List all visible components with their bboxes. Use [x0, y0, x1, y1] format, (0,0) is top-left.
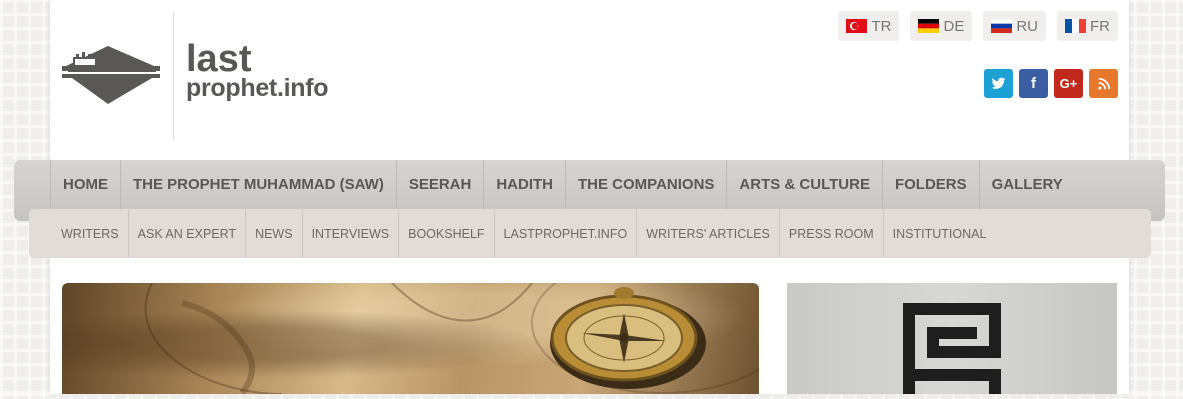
- subnav-lastprophet-info[interactable]: LASTPROPHET.INFO: [495, 209, 638, 258]
- lang-fr-label: FR: [1090, 17, 1110, 35]
- nav-companions[interactable]: THE COMPANIONS: [565, 160, 726, 209]
- lang-tr-button[interactable]: TR: [838, 11, 900, 41]
- nav-arts-culture[interactable]: ARTS & CULTURE: [726, 160, 882, 209]
- turkey-flag-icon: [846, 19, 868, 33]
- nav-folders[interactable]: FOLDERS: [881, 160, 979, 209]
- google-plus-glyph: G+: [1059, 76, 1078, 91]
- lang-tr-label: TR: [871, 17, 892, 35]
- lang-de-label: DE: [943, 17, 965, 35]
- logo-divider: [173, 12, 174, 140]
- side-banner-image[interactable]: [787, 283, 1117, 394]
- nav-seerah[interactable]: SEERAH: [395, 160, 484, 209]
- nav-gallery[interactable]: GALLERY: [978, 160, 1075, 209]
- map-compass-illustration: [144, 283, 759, 394]
- twitter-icon[interactable]: [984, 69, 1013, 98]
- google-plus-icon[interactable]: G+: [1054, 69, 1083, 98]
- logo-text[interactable]: last prophet.info: [186, 38, 329, 102]
- subnav-writers-articles[interactable]: WRITERS' ARTICLES: [637, 209, 780, 258]
- sub-navigation: WRITERS ASK AN EXPERT NEWS INTERVIEWS BO…: [29, 209, 1151, 258]
- subnav-ask-an-expert[interactable]: ASK AN EXPERT: [129, 209, 247, 258]
- main-nav-list: HOME THE PROPHET MUHAMMAD (SAW) SEERAH H…: [50, 160, 1075, 209]
- subnav-interviews[interactable]: INTERVIEWS: [303, 209, 400, 258]
- germany-flag-icon: [918, 19, 940, 33]
- subnav-writers[interactable]: WRITERS: [29, 209, 129, 258]
- nav-hadith[interactable]: HADITH: [483, 160, 565, 209]
- nav-home[interactable]: HOME: [50, 160, 120, 209]
- twitter-bird-icon: [991, 77, 1006, 89]
- facebook-glyph: f: [1031, 75, 1036, 92]
- logo-line2: prophet.info: [186, 74, 329, 102]
- language-switcher: TR DE RU FR: [838, 11, 1118, 41]
- kufic-calligraphy-icon: [903, 303, 1001, 394]
- subnav-institutional[interactable]: INSTITUTIONAL: [884, 209, 996, 258]
- russia-flag-icon: [991, 19, 1013, 33]
- hero-image[interactable]: [62, 283, 759, 394]
- compass-icon: [550, 287, 706, 389]
- rss-icon[interactable]: [1089, 69, 1118, 98]
- subnav-press-room[interactable]: PRESS ROOM: [780, 209, 884, 258]
- social-links: f G+: [984, 69, 1118, 98]
- lang-fr-button[interactable]: FR: [1057, 11, 1118, 41]
- nav-prophet-muhammad[interactable]: THE PROPHET MUHAMMAD (SAW): [120, 160, 396, 209]
- logo-icon[interactable]: [62, 44, 162, 106]
- lang-ru-label: RU: [1016, 17, 1038, 35]
- logo-line1: last: [186, 38, 252, 80]
- facebook-icon[interactable]: f: [1019, 69, 1048, 98]
- france-flag-icon: [1065, 19, 1086, 33]
- subnav-bookshelf[interactable]: BOOKSHELF: [399, 209, 495, 258]
- lang-de-button[interactable]: DE: [910, 11, 973, 41]
- rss-feed-icon: [1097, 77, 1110, 90]
- subnav-news[interactable]: NEWS: [246, 209, 303, 258]
- lang-ru-button[interactable]: RU: [983, 11, 1046, 41]
